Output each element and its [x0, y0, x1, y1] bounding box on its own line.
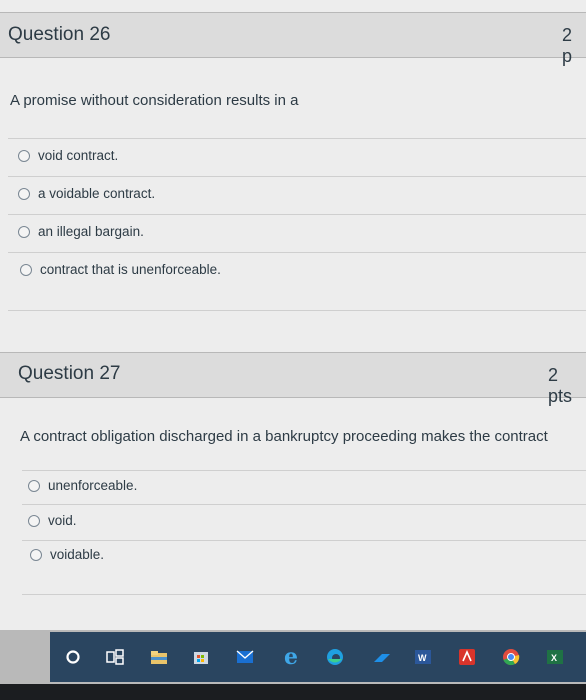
radio-button[interactable]	[28, 479, 40, 492]
divider	[8, 310, 586, 311]
answer-label: void.	[48, 513, 77, 528]
divider	[8, 252, 586, 253]
onedrive-icon[interactable]	[372, 648, 390, 666]
radio-button[interactable]	[30, 548, 42, 561]
edge-legacy-icon[interactable]: e	[282, 646, 300, 668]
task-view-icon[interactable]	[106, 648, 124, 666]
taskbar: e W X	[0, 630, 586, 684]
question-27-header: Question 27 2 pts	[0, 352, 586, 406]
answer-label: unenforceable.	[48, 478, 138, 493]
question-26-text: A promise without consideration results …	[10, 92, 299, 109]
radio-button[interactable]	[20, 263, 32, 276]
answer-option[interactable]: contract that is unenforceable.	[20, 262, 221, 277]
question-26-points: 2 p	[562, 25, 573, 66]
answer-label: contract that is unenforceable.	[40, 262, 221, 277]
answer-option[interactable]: an illegal bargain.	[18, 224, 144, 239]
svg-text:X: X	[551, 653, 557, 663]
answer-option[interactable]: unenforceable.	[28, 478, 137, 493]
radio-button[interactable]	[18, 149, 30, 162]
question-27-points: 2 pts	[548, 365, 573, 406]
question-26-header: Question 26 2 p	[0, 12, 586, 66]
edge-icon[interactable]	[326, 648, 344, 666]
radio-button[interactable]	[28, 514, 40, 527]
search-icon[interactable]	[64, 648, 82, 666]
question-26-title: Question 26	[8, 24, 111, 45]
store-icon[interactable]	[192, 648, 210, 666]
monitor-bezel	[0, 684, 586, 700]
question-27-text: A contract obligation discharged in a ba…	[20, 428, 548, 445]
excel-icon[interactable]: X	[546, 648, 564, 666]
file-explorer-icon[interactable]	[150, 648, 168, 666]
divider	[22, 470, 586, 471]
chrome-icon[interactable]	[502, 648, 520, 666]
acrobat-icon[interactable]	[458, 648, 476, 666]
answer-option[interactable]: a voidable contract.	[18, 186, 155, 201]
answer-option[interactable]: void contract.	[18, 148, 118, 163]
answer-option[interactable]: void.	[28, 513, 77, 528]
answer-label: voidable.	[50, 547, 105, 562]
divider	[22, 540, 586, 541]
answer-label: a voidable contract.	[38, 186, 156, 201]
mail-icon[interactable]	[236, 648, 254, 666]
divider	[22, 594, 586, 595]
answer-option[interactable]: voidable.	[30, 547, 104, 562]
quiz-page: Question 26 2 p A promise without consid…	[0, 0, 586, 630]
answer-label: void contract.	[38, 148, 119, 163]
radio-button[interactable]	[18, 225, 30, 238]
svg-text:W: W	[418, 653, 427, 663]
radio-button[interactable]	[18, 187, 30, 200]
divider	[8, 138, 586, 139]
divider	[8, 176, 586, 177]
word-icon[interactable]: W	[414, 648, 432, 666]
question-27-title: Question 27	[18, 363, 121, 384]
divider	[22, 504, 586, 505]
divider	[8, 214, 586, 215]
taskbar-strip: e W X	[50, 632, 586, 682]
answer-label: an illegal bargain.	[38, 224, 144, 239]
